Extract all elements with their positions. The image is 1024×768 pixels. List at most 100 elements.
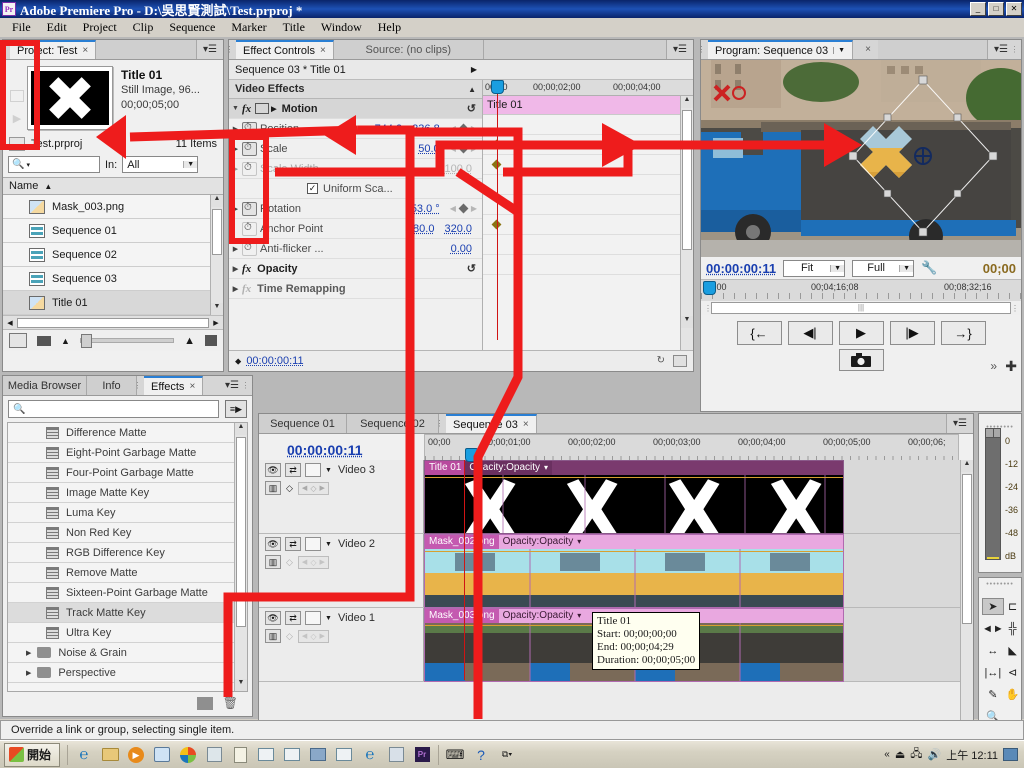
property-uniform-scale[interactable]: ✓ Uniform Sca...	[229, 179, 482, 199]
panel-grip[interactable]: ⋮⋮	[134, 376, 149, 395]
add-keyframe-icon[interactable]	[458, 123, 469, 134]
list-item[interactable]: Four-Point Garbage Matte	[8, 463, 247, 483]
property-position[interactable]: ▶ Position 744.3 336.8 ◀ ▶	[229, 119, 482, 139]
keyframe-lane-scale-width[interactable]	[483, 175, 680, 195]
audio-meter-body[interactable]: •••••••• 0 -12 -24 -36 -48 dB	[979, 414, 1021, 572]
panel-grip-right[interactable]: ⋮⋮	[242, 376, 257, 395]
track-header[interactable]: 👁 ⇄ ▼ Video 2 ▥ ◇ ◀ ◇ ▶	[259, 534, 424, 607]
list-item[interactable]: RGB Difference Key	[8, 543, 247, 563]
track-header[interactable]: 👁 ⇄ ▼ Video 3 ▥ ◇ ◀ ◇ ▶	[259, 460, 424, 533]
collapse-icon[interactable]: ▲	[468, 85, 482, 94]
panel-menu-icon[interactable]: ▾☰	[197, 40, 223, 59]
mark-in-button[interactable]: {←	[736, 321, 782, 345]
start-button[interactable]: 開始	[4, 742, 61, 767]
parent-bin-icon[interactable]	[9, 137, 25, 151]
tab-project-test[interactable]: Project: Test ×	[10, 40, 97, 59]
expand-triangle-icon[interactable]: ▶	[229, 205, 242, 213]
scroll-down-icon[interactable]: ▼	[681, 316, 693, 328]
tab-effect-controls[interactable]: Effect Controls ×	[236, 40, 334, 59]
keyframe-nav[interactable]: ◀ ◇ ▶	[297, 481, 329, 495]
effect-group-time-remapping[interactable]: ▶ fx Time Remapping	[229, 279, 482, 299]
chevron-down-icon[interactable]: ▼	[325, 467, 332, 474]
next-keyframe-icon[interactable]: ▶	[471, 144, 477, 153]
icon-view-icon[interactable]	[37, 335, 51, 346]
effect-controls-scrollbar[interactable]: ▲ ▼	[680, 96, 693, 350]
tab-media-browser[interactable]: Media Browser	[3, 376, 87, 395]
close-icon[interactable]: ×	[865, 44, 871, 55]
close-icon[interactable]: ×	[320, 45, 326, 56]
effect-controls-timecode[interactable]: 00:00:00:11	[246, 355, 303, 367]
effect-controls-playhead[interactable]	[497, 90, 498, 340]
overflow-icon[interactable]: »	[990, 359, 997, 373]
close-icon[interactable]: ×	[82, 45, 88, 56]
hand-tool[interactable]: ✋	[1006, 686, 1020, 703]
list-item[interactable]: Remove Matte	[8, 563, 247, 583]
property-value-y[interactable]: 320.0	[444, 223, 472, 235]
media-player-icon[interactable]: ▶	[124, 744, 148, 766]
network-icon[interactable]	[306, 744, 330, 766]
track-output-icon[interactable]: ▥	[265, 555, 281, 569]
property-anti-flicker[interactable]: ▶ Anti-flicker ... 0.00	[229, 239, 482, 259]
track-select-tool[interactable]: ⊏	[1006, 598, 1020, 615]
track-output-icon[interactable]: ▥	[265, 481, 281, 495]
tab-info[interactable]: Info	[87, 376, 137, 395]
camera-icon[interactable]	[838, 349, 884, 371]
list-item[interactable]: Track Matte Key	[8, 603, 247, 623]
playhead-marker[interactable]	[491, 80, 504, 94]
property-value-y[interactable]: 336.8	[412, 123, 440, 135]
trash-icon[interactable]: 🗑	[223, 696, 238, 710]
keyframe-lane-anchor[interactable]	[483, 235, 680, 255]
play-preview-icon[interactable]: ▶	[10, 112, 24, 125]
property-value[interactable]: 0.00	[451, 243, 472, 255]
scroll-up-icon[interactable]: ▲	[235, 423, 247, 435]
clock[interactable]: 上午 12:11	[946, 747, 998, 763]
panel-grip[interactable]: ••••••••	[979, 578, 1021, 588]
expand-triangle-icon[interactable]: ▶	[229, 285, 242, 293]
list-item[interactable]: Sequence 03	[3, 267, 223, 291]
expand-triangle-icon[interactable]: ▶	[229, 145, 242, 153]
network-status-icon[interactable]: 🖧	[910, 745, 922, 764]
keyframe-lane-antiflicker[interactable]	[483, 255, 680, 275]
loop-icon[interactable]: ↻	[657, 355, 665, 367]
close-button[interactable]: ✕	[1006, 2, 1022, 16]
tab-sequence-01[interactable]: Sequence 01	[259, 414, 347, 433]
prev-keyframe-icon[interactable]: ◀	[450, 144, 456, 153]
search-input[interactable]: 🔍	[8, 400, 219, 418]
filter-icon[interactable]: ≡▶	[225, 400, 247, 418]
opacity-rubberband[interactable]	[425, 477, 843, 478]
marker-icon[interactable]: ⬥	[235, 356, 241, 367]
clip-effect-label[interactable]: Opacity:Opacity	[499, 535, 578, 549]
search-input[interactable]: 🔍 ▾	[8, 156, 100, 173]
add-button-icon[interactable]: ✚	[1005, 358, 1017, 375]
scroll-left-handle[interactable]: ⋮	[704, 304, 712, 313]
next-keyframe-icon[interactable]: ▶	[319, 632, 324, 640]
tab-sequence-03[interactable]: Sequence 03 ×	[446, 414, 537, 433]
keyframe-lane-uniform[interactable]	[483, 195, 680, 215]
list-item[interactable]: Sequence 01	[3, 219, 223, 243]
clip-effect-label[interactable]: Opacity:Opacity	[499, 609, 578, 623]
poster-frame-icon[interactable]	[10, 90, 24, 102]
stopwatch-icon[interactable]	[242, 201, 257, 216]
prev-keyframe-icon[interactable]: ◀	[450, 204, 456, 213]
menu-file[interactable]: File	[4, 18, 39, 37]
reset-icon[interactable]: ↺	[467, 262, 476, 275]
chevron-down-icon[interactable]: ▾	[577, 609, 585, 623]
scroll-down-icon[interactable]: ▼	[211, 303, 223, 315]
maximize-button[interactable]: □	[988, 2, 1004, 16]
help-icon[interactable]: ?	[469, 744, 493, 766]
paint-icon[interactable]	[150, 744, 174, 766]
project-column-header[interactable]: Name ▲	[3, 177, 223, 195]
toggle-sync-lock-icon[interactable]: ⇄	[285, 537, 301, 551]
keyframe-nav[interactable]: ◀ ▶	[450, 203, 482, 214]
prev-keyframe-icon[interactable]: ◀	[302, 484, 307, 492]
scroll-up-icon[interactable]: ▲	[961, 460, 973, 472]
keyboard-icon[interactable]: ⌨	[443, 744, 467, 766]
project-list-scrollbar[interactable]: ▲ ▼	[210, 195, 223, 315]
menu-window[interactable]: Window	[313, 18, 370, 37]
scrollbar-thumb[interactable]	[682, 110, 692, 250]
property-scale-width[interactable]: ▶ Scale Width 100.0	[229, 159, 482, 179]
add-keyframe-icon[interactable]	[458, 203, 469, 214]
effect-controls-clip-bar[interactable]: Title 01	[483, 96, 680, 115]
list-item[interactable]: Eight-Point Garbage Matte	[8, 443, 247, 463]
app-icon[interactable]	[384, 744, 408, 766]
